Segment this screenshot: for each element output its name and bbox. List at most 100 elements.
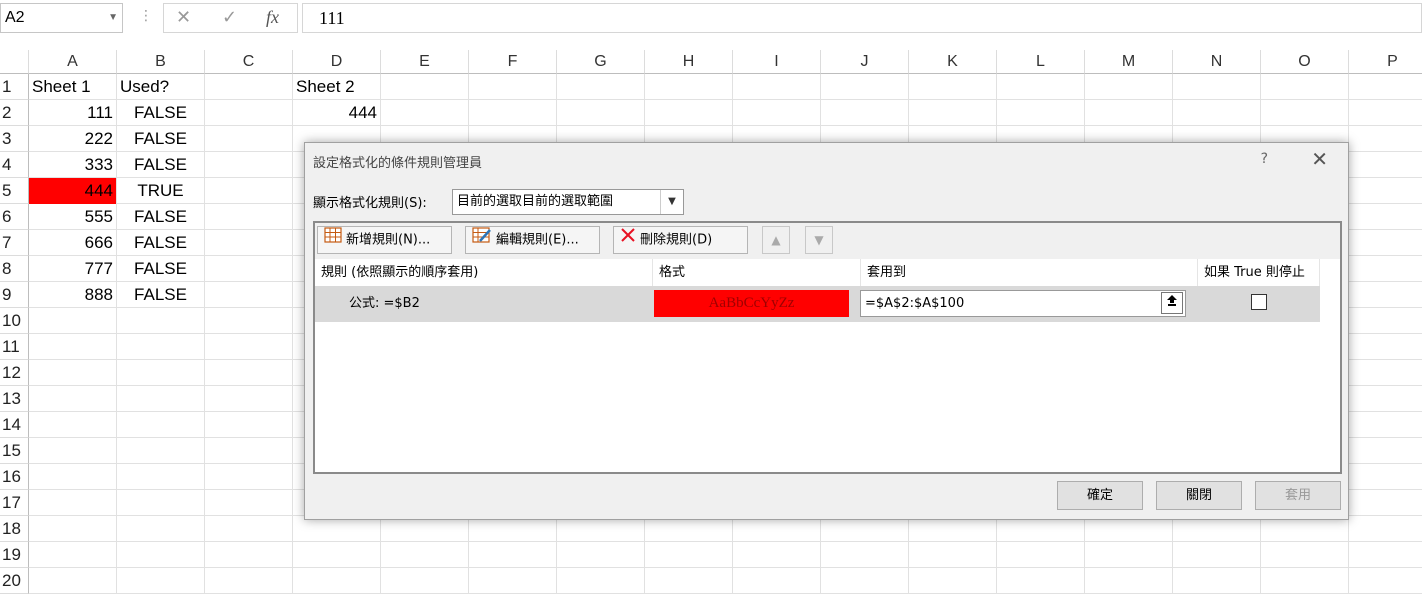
cell-a2[interactable]: 111: [29, 100, 116, 126]
row-header-11[interactable]: 11: [0, 334, 29, 360]
cell-a9[interactable]: 888: [29, 282, 116, 308]
enter-icon[interactable]: ✓: [222, 7, 237, 28]
column-header-e[interactable]: E: [381, 50, 469, 74]
collapse-dialog-icon[interactable]: [1161, 292, 1183, 314]
stop-if-true-checkbox[interactable]: [1251, 294, 1267, 310]
dialog-title: 設定格式化的條件規則管理員: [313, 156, 483, 171]
cell-a6[interactable]: 555: [29, 204, 116, 230]
column-header-l[interactable]: L: [997, 50, 1085, 74]
cancel-icon[interactable]: ✕: [176, 7, 191, 28]
new-rule-label: 新增規則(N)...: [346, 232, 431, 248]
gridline: [292, 74, 293, 594]
row-header-18[interactable]: 18: [0, 516, 29, 542]
column-header-c[interactable]: C: [205, 50, 293, 74]
cell-a1[interactable]: Sheet 1: [29, 74, 116, 100]
chevron-down-icon[interactable]: ▼: [660, 190, 683, 214]
edit-rule-button[interactable]: 編輯規則(E)...: [465, 226, 600, 254]
show-rules-value: 目前的選取目前的選取範圍: [457, 194, 614, 209]
drag-handle-icon[interactable]: ⋮: [139, 8, 153, 24]
cell-a7[interactable]: 666: [29, 230, 116, 256]
row-header-1[interactable]: 1: [0, 74, 29, 100]
cell-b2[interactable]: FALSE: [117, 100, 204, 126]
new-rule-button[interactable]: 新增規則(N)...: [317, 226, 452, 254]
row-header-6[interactable]: 6: [0, 204, 29, 230]
row-header-9[interactable]: 9: [0, 282, 29, 308]
column-header-i[interactable]: I: [733, 50, 821, 74]
column-header-a[interactable]: A: [29, 50, 117, 74]
formula-bar: A2 ▼ ⋮ ✕ ✓ fx 111: [0, 0, 1422, 37]
cell-b1[interactable]: Used?: [117, 74, 204, 100]
header-stop-if-true: 如果 True 則停止: [1198, 259, 1320, 286]
help-icon[interactable]: ?: [1261, 151, 1268, 167]
close-icon[interactable]: ✕: [1311, 147, 1328, 171]
rule-row[interactable]: 公式: =$B2 AaBbCcYyZz =$A$2:$A$100: [315, 286, 1320, 322]
row-header-13[interactable]: 13: [0, 386, 29, 412]
gridline: [29, 567, 1422, 568]
column-header-h[interactable]: H: [645, 50, 733, 74]
cell-a8[interactable]: 777: [29, 256, 116, 282]
cell-d2[interactable]: 444: [293, 100, 380, 126]
rule-format-preview: AaBbCcYyZz: [654, 290, 849, 317]
row-header-20[interactable]: 20: [0, 568, 29, 594]
rule-formula: 公式: =$B2: [349, 296, 420, 311]
cell-b9[interactable]: FALSE: [117, 282, 204, 308]
column-header-f[interactable]: F: [469, 50, 557, 74]
row-header-4[interactable]: 4: [0, 152, 29, 178]
column-header-p[interactable]: P: [1349, 50, 1422, 74]
delete-rule-label: 刪除規則(D): [640, 232, 713, 248]
row-header-5[interactable]: 5: [0, 178, 29, 204]
select-all-corner[interactable]: [0, 50, 29, 74]
gridline: [29, 125, 1422, 126]
cell-b5[interactable]: TRUE: [117, 178, 204, 204]
ok-button[interactable]: 確定: [1057, 481, 1143, 510]
cell-b6[interactable]: FALSE: [117, 204, 204, 230]
column-header-d[interactable]: D: [293, 50, 381, 74]
cell-b3[interactable]: FALSE: [117, 126, 204, 152]
row-header-7[interactable]: 7: [0, 230, 29, 256]
rules-toolbar: 新增規則(N)... 編輯規則(E)... 刪除規則(D) ▲ ▼: [315, 223, 1340, 260]
delete-rule-button[interactable]: 刪除規則(D): [613, 226, 748, 254]
row-header-3[interactable]: 3: [0, 126, 29, 152]
gridline: [29, 541, 1422, 542]
table-icon: [324, 227, 342, 253]
column-header-n[interactable]: N: [1173, 50, 1261, 74]
row-header-15[interactable]: 15: [0, 438, 29, 464]
name-box[interactable]: A2 ▼: [0, 3, 123, 33]
cell-a5[interactable]: 444: [29, 178, 116, 204]
edit-table-icon: [472, 227, 492, 253]
column-header-k[interactable]: K: [909, 50, 997, 74]
column-header-o[interactable]: O: [1261, 50, 1349, 74]
cell-a3[interactable]: 222: [29, 126, 116, 152]
edit-rule-label: 編輯規則(E)...: [496, 232, 579, 248]
cell-b8[interactable]: FALSE: [117, 256, 204, 282]
row-header-8[interactable]: 8: [0, 256, 29, 282]
row-header-10[interactable]: 10: [0, 308, 29, 334]
gridline: [29, 99, 1422, 100]
row-header-12[interactable]: 12: [0, 360, 29, 386]
close-button[interactable]: 關閉: [1156, 481, 1242, 510]
column-header-m[interactable]: M: [1085, 50, 1173, 74]
column-header-j[interactable]: J: [821, 50, 909, 74]
cell-b7[interactable]: FALSE: [117, 230, 204, 256]
insert-function-icon[interactable]: fx: [266, 7, 279, 28]
show-rules-label: 顯示格式化規則(S):: [313, 196, 427, 211]
row-header-16[interactable]: 16: [0, 464, 29, 490]
row-header-19[interactable]: 19: [0, 542, 29, 568]
cell-d1[interactable]: Sheet 2: [293, 74, 380, 100]
chevron-down-icon[interactable]: ▼: [108, 4, 118, 32]
row-header-17[interactable]: 17: [0, 490, 29, 516]
gridline: [204, 74, 205, 594]
column-header-b[interactable]: B: [117, 50, 205, 74]
applies-to-input[interactable]: =$A$2:$A$100: [860, 290, 1186, 317]
show-rules-select[interactable]: 目前的選取目前的選取範圍 ▼: [452, 189, 684, 215]
cell-a4[interactable]: 333: [29, 152, 116, 178]
formula-input[interactable]: 111: [302, 3, 1422, 33]
move-down-icon[interactable]: ▼: [805, 226, 833, 254]
row-header-2[interactable]: 2: [0, 100, 29, 126]
row-header-14[interactable]: 14: [0, 412, 29, 438]
column-header-g[interactable]: G: [557, 50, 645, 74]
delete-icon: [620, 227, 636, 253]
apply-button[interactable]: 套用: [1255, 481, 1341, 510]
move-up-icon[interactable]: ▲: [762, 226, 790, 254]
cell-b4[interactable]: FALSE: [117, 152, 204, 178]
